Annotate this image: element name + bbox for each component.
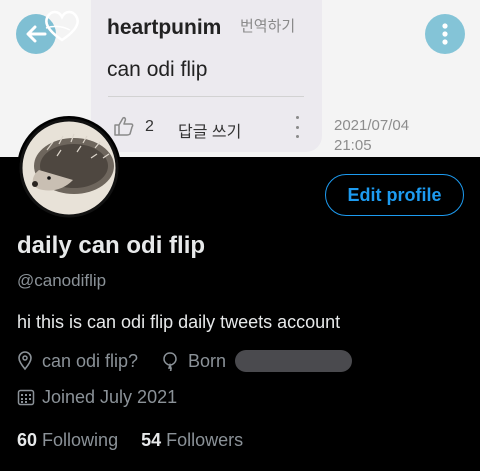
followers-count: 54 <box>141 430 162 450</box>
comment-date: 2021/07/04 <box>334 117 410 134</box>
calendar-icon <box>17 389 35 406</box>
display-name: daily can odi flip <box>17 232 206 259</box>
more-options-button[interactable] <box>425 14 465 54</box>
handle: @canodiflip <box>17 271 107 290</box>
balloon-icon <box>163 352 177 371</box>
comment-username[interactable]: heartpunim <box>107 16 221 40</box>
edit-profile-button[interactable]: Edit profile <box>325 174 464 216</box>
followers-link[interactable]: 54 Followers <box>141 430 243 450</box>
avatar[interactable] <box>17 116 121 220</box>
redacted-birthdate <box>235 350 352 372</box>
bio: hi this is can odi flip daily tweets acc… <box>17 312 341 332</box>
follow-stats: 60 Following 54 Followers <box>17 430 243 451</box>
like-count: 2 <box>145 118 154 135</box>
heart-logo-icon <box>45 10 79 42</box>
joined-date: Joined July 2021 <box>42 387 178 407</box>
following-link[interactable]: 60 Following <box>17 430 118 450</box>
location-pin-icon <box>18 351 32 371</box>
comment-time: 21:05 <box>334 137 372 154</box>
following-label: Following <box>42 430 119 450</box>
comment-text: can odi flip <box>107 58 208 81</box>
hedgehog-avatar-image <box>19 118 119 218</box>
thumbs-up-icon[interactable] <box>113 115 135 137</box>
born-label: Born <box>188 351 227 371</box>
followers-label: Followers <box>166 430 244 450</box>
following-count: 60 <box>17 430 38 450</box>
comment-more-icon[interactable] <box>294 116 300 138</box>
comment-timestamp: 2021/07/04 21:05 <box>334 116 409 156</box>
location-text: can odi flip? <box>42 351 139 371</box>
reply-button[interactable]: 답글 쓰기 <box>178 118 241 142</box>
more-vertical-icon <box>442 23 448 45</box>
translate-link[interactable]: 번역하기 <box>240 15 295 36</box>
divider <box>108 96 304 97</box>
